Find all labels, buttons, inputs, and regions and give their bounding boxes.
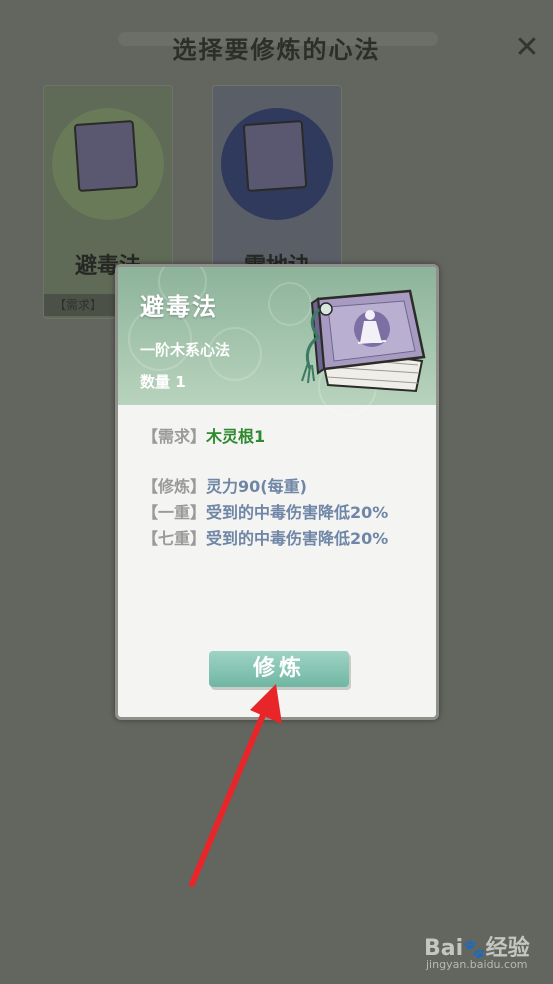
watermark-url: jingyan.baidu.com bbox=[426, 958, 528, 971]
red-arrow-icon bbox=[189, 684, 282, 887]
